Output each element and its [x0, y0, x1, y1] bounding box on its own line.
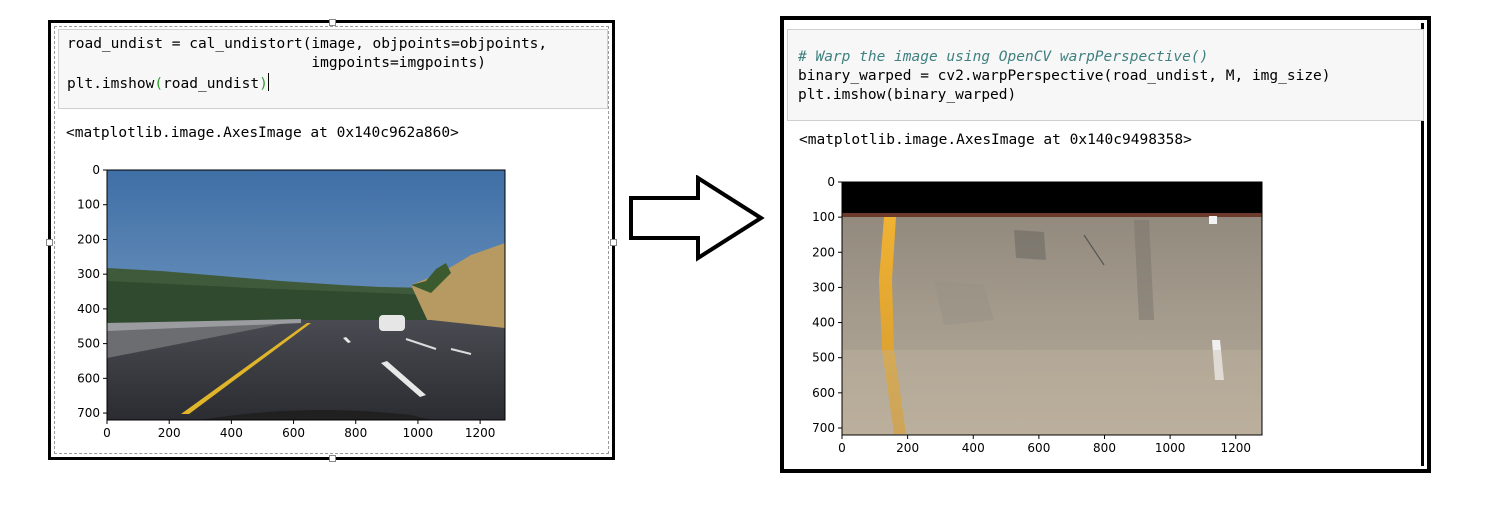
right-x-tick-label: 1200 [1220, 441, 1251, 455]
right-arrow-icon [629, 175, 765, 262]
right-x-tick-label: 400 [962, 441, 985, 455]
left-x-tick-label: 800 [344, 426, 367, 440]
right-y-axis: 0 100 200 300 400 500 600 700 [812, 175, 842, 435]
right-y-tick-label: 300 [812, 280, 835, 294]
left-x-tick-label: 0 [103, 426, 111, 440]
right-y-tick-label: 500 [812, 351, 835, 365]
warped-image-plot: 0 100 200 300 400 500 600 700 0 200 400 600 800 1000… [812, 175, 1263, 455]
road-image-plot: 0 100 200 300 400 500 600 700 0 200 400 600 800 1000… [77, 163, 506, 440]
right-x-tick-label: 600 [1027, 441, 1050, 455]
right-notebook-cell[interactable]: # Warp the image using OpenCV warpPerspe… [780, 16, 1431, 473]
right-y-tick-label: 0 [827, 175, 835, 189]
left-x-axis: 0 200 400 600 800 1000 1200 [103, 420, 495, 440]
left-y-tick-label: 0 [92, 163, 100, 177]
right-y-tick-label: 200 [812, 245, 835, 259]
left-x-tick-label: 1200 [465, 426, 496, 440]
left-y-axis: 0 100 200 300 400 500 600 700 [77, 163, 107, 420]
right-y-tick-label: 400 [812, 316, 835, 330]
left-y-tick-label: 500 [77, 337, 100, 351]
left-y-tick-label: 700 [77, 406, 100, 420]
left-x-tick-label: 200 [158, 426, 181, 440]
right-x-tick-label: 800 [1093, 441, 1116, 455]
left-x-tick-label: 1000 [403, 426, 434, 440]
right-y-tick-label: 700 [812, 421, 835, 435]
left-y-tick-label: 600 [77, 371, 100, 385]
left-y-tick-label: 300 [77, 267, 100, 281]
left-y-tick-label: 400 [77, 302, 100, 316]
left-y-tick-label: 100 [77, 198, 100, 212]
right-x-tick-label: 0 [838, 441, 846, 455]
right-y-tick-label: 100 [812, 210, 835, 224]
road-photo [107, 170, 505, 420]
left-notebook-cell[interactable]: road_undist = cal_undistort(image, objpo… [46, 19, 617, 462]
warped-photo [842, 182, 1262, 435]
left-x-tick-label: 600 [282, 426, 305, 440]
left-y-tick-label: 200 [77, 232, 100, 246]
right-x-tick-label: 200 [896, 441, 919, 455]
right-x-tick-label: 1000 [1155, 441, 1186, 455]
left-x-tick-label: 400 [220, 426, 243, 440]
right-y-tick-label: 600 [812, 386, 835, 400]
right-x-axis: 0 200 400 600 800 1000 1200 [838, 435, 1251, 455]
